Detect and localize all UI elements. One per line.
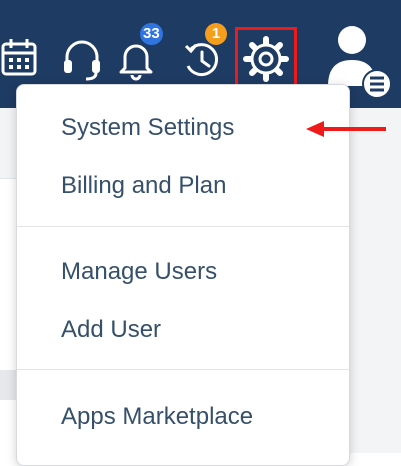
notifications-badge: 33 — [140, 23, 163, 45]
settings-dropdown-menu: System Settings Billing and Plan Manage … — [16, 84, 350, 466]
settings-highlight-box — [235, 27, 297, 89]
menu-item-manage-users[interactable]: Manage Users — [61, 258, 217, 286]
menu-divider — [17, 369, 349, 370]
menu-divider — [17, 226, 349, 227]
headset-icon[interactable] — [60, 36, 104, 82]
menu-item-apps-marketplace[interactable]: Apps Marketplace — [61, 403, 253, 431]
menu-item-system-settings[interactable]: System Settings — [61, 114, 234, 142]
menu-item-add-user[interactable]: Add User — [61, 316, 161, 344]
left-arrow-icon — [306, 118, 388, 140]
menu-item-billing-and-plan[interactable]: Billing and Plan — [61, 172, 226, 200]
recent-activity-badge: 1 — [205, 23, 227, 45]
calendar-icon[interactable] — [0, 36, 40, 80]
